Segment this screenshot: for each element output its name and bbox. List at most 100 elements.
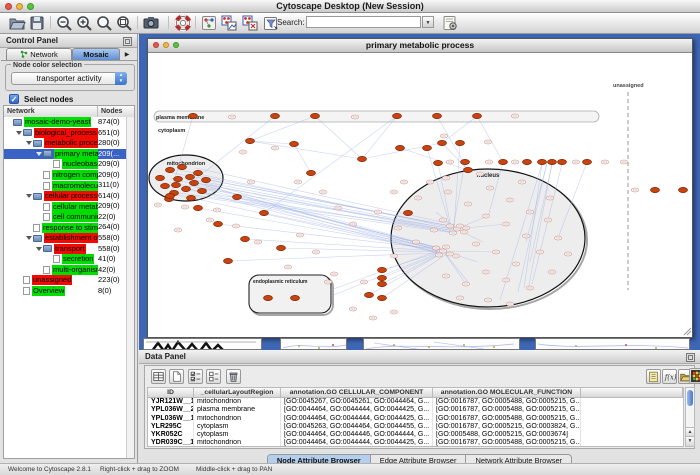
float-panel-icon[interactable] (686, 353, 695, 362)
table-column-header[interactable]: annotation.GO MOLECULAR_FUNCTION (433, 388, 581, 397)
gene-node-selected[interactable] (277, 245, 286, 250)
gene-node-selected[interactable] (194, 170, 203, 175)
open-file-icon[interactable] (8, 14, 26, 32)
gene-node-selected[interactable] (264, 295, 273, 300)
gene-node-selected[interactable] (224, 258, 233, 263)
gene-node-selected[interactable] (473, 113, 482, 118)
gene-node-selected[interactable] (166, 167, 175, 172)
delete-attribute-icon[interactable] (226, 369, 241, 384)
gene-node-selected[interactable] (378, 267, 387, 272)
gene-node-selected[interactable] (161, 183, 170, 188)
gene-node-selected[interactable] (558, 159, 567, 164)
tab-network[interactable]: Network (6, 48, 72, 60)
tree-row[interactable]: macromolecule311(0) (4, 180, 127, 191)
gene-node-selected[interactable] (404, 210, 413, 215)
annotation-icon[interactable] (441, 14, 459, 32)
gene-node-selected[interactable] (291, 295, 300, 300)
function-builder-icon[interactable]: f(x) (662, 369, 677, 384)
zoom-window-button[interactable] (27, 3, 34, 10)
gene-node-selected[interactable] (178, 164, 187, 169)
zoom-selected-icon[interactable] (115, 14, 133, 32)
table-column-header[interactable]: _cellularLayoutRegion (194, 388, 281, 397)
gene-node-selected[interactable] (396, 145, 405, 150)
tree-row[interactable]: nucleobase-209(0) (4, 159, 127, 170)
gene-node-selected[interactable] (202, 177, 211, 182)
table-row[interactable]: YDR039C__1mitochondrion[GO:0044464, GO:0… (148, 439, 683, 447)
gene-node-selected[interactable] (499, 159, 508, 164)
select-nodes-checkbox[interactable]: ✓ (9, 94, 19, 104)
tree-row[interactable]: secretion41(0) (4, 254, 127, 265)
gene-node-selected[interactable] (378, 281, 387, 286)
search-dropdown-button[interactable]: ▼ (422, 16, 434, 28)
expand-arrow-icon[interactable] (26, 236, 32, 240)
tree-row[interactable]: unassigned223(0) (4, 275, 127, 286)
gene-node-selected[interactable] (548, 159, 557, 164)
gene-node-selected[interactable] (182, 186, 191, 191)
gene-node-selected[interactable] (358, 156, 367, 161)
tree-column-nodes[interactable]: Nodes (98, 106, 134, 117)
scroll-down-button[interactable]: ▼ (686, 436, 694, 446)
scrollbar-thumb[interactable] (687, 390, 693, 406)
minimize-view-button[interactable] (163, 42, 169, 48)
select-attributes-icon[interactable] (188, 369, 203, 384)
gene-node-selected[interactable] (456, 140, 465, 145)
tree-row[interactable]: biological_process651(0) (4, 128, 127, 139)
expand-arrow-icon[interactable] (16, 131, 22, 135)
tree-row[interactable]: cellular process614(0) (4, 191, 127, 202)
expand-arrow-icon[interactable] (26, 141, 32, 145)
heatmap-icon[interactable] (689, 368, 700, 384)
gene-node-selected[interactable] (583, 159, 592, 164)
close-view-button[interactable] (153, 42, 159, 48)
unselect-attributes-icon[interactable] (206, 369, 221, 384)
destroy-view-icon[interactable] (241, 14, 259, 32)
expand-arrow-icon[interactable] (36, 152, 42, 156)
gene-node-selected[interactable] (260, 210, 269, 215)
gene-node-selected[interactable] (679, 187, 688, 192)
gene-node-selected[interactable] (438, 140, 447, 145)
network-window-titlebar[interactable]: primary metabolic process (148, 39, 692, 53)
tree-row[interactable]: response to stimulu264(0) (4, 222, 127, 233)
tree-row[interactable]: metabolic process280(0) (4, 138, 127, 149)
tab-mosaic[interactable]: Mosaic (72, 48, 120, 60)
tree-row[interactable]: cellular metabo209(0) (4, 201, 127, 212)
gene-node-selected[interactable] (433, 113, 442, 118)
help-icon[interactable] (174, 14, 192, 32)
gene-node-selected[interactable] (186, 174, 195, 179)
table-row[interactable]: YJR121W__1mitochondrion[GO:0045267, GO:0… (148, 398, 683, 406)
gene-node-selected[interactable] (464, 167, 473, 172)
expand-arrow-icon[interactable] (36, 247, 42, 251)
gene-node-selected[interactable] (423, 145, 432, 150)
gene-node-selected[interactable] (311, 113, 320, 118)
table-column-header[interactable]: ID (148, 388, 194, 397)
gene-node-selected[interactable] (187, 195, 196, 200)
gene-node-selected[interactable] (241, 236, 250, 241)
minimized-window-thumbnail[interactable] (535, 338, 690, 350)
gene-node-selected[interactable] (290, 141, 299, 146)
zoom-in-icon[interactable] (75, 14, 93, 32)
tree-row[interactable]: establishment of lo558(0) (4, 233, 127, 244)
snapshot-icon[interactable] (142, 14, 160, 32)
notes-icon[interactable] (646, 369, 661, 384)
network-palette-icon[interactable] (200, 14, 218, 32)
tree-row[interactable]: mosaic-demo-yeast874(0) (4, 117, 127, 128)
new-attribute-icon[interactable] (169, 369, 184, 384)
more-tabs-button[interactable]: ▶ (121, 50, 133, 60)
minimized-window-thumbnail[interactable] (280, 338, 347, 350)
gene-node-selected[interactable] (190, 180, 199, 185)
gene-node-selected[interactable] (378, 295, 387, 300)
gene-node-selected[interactable] (538, 159, 547, 164)
gene-node-selected[interactable] (378, 275, 387, 280)
expand-arrow-icon[interactable] (26, 194, 32, 198)
node-color-dropdown[interactable]: transporter activity▲▼ (11, 72, 127, 85)
resize-grip[interactable] (684, 328, 691, 335)
tree-row[interactable]: primary metabo209(... (4, 149, 127, 160)
attribute-table-icon[interactable] (151, 369, 166, 384)
gene-node-selected[interactable] (166, 193, 175, 198)
table-scrollbar[interactable]: ▲ ▼ (685, 387, 695, 447)
network-canvas[interactable]: plasma membrane cytoplasm mitochondrion … (148, 52, 692, 337)
table-row[interactable]: YLR295Ccytoplasm[GO:0045263, GO:0044464,… (148, 423, 683, 431)
float-panel-icon[interactable] (123, 37, 132, 46)
minimized-window-thumbnail[interactable] (143, 338, 262, 350)
tree-scrollbar[interactable] (126, 117, 134, 458)
tree-row[interactable]: transport558(0) (4, 244, 127, 255)
